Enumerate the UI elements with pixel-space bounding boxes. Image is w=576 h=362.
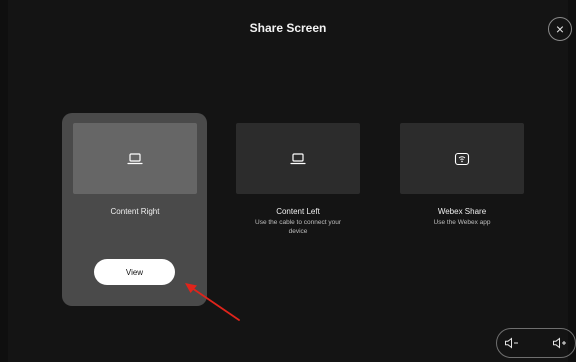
source-label-content-left: Content Left	[276, 207, 320, 216]
close-icon: ×	[555, 21, 565, 37]
source-tile-content-left[interactable]	[236, 123, 360, 194]
source-tile-webex-share[interactable]	[400, 123, 524, 194]
close-button[interactable]: ×	[548, 17, 572, 41]
page-title: Share Screen	[249, 21, 327, 35]
volume-up-icon	[553, 337, 566, 349]
wireless-share-icon	[454, 152, 470, 165]
volume-down-icon	[505, 337, 518, 349]
source-label-content-right: Content Right	[110, 207, 160, 216]
source-subtitle-webex-share: Use the Webex app	[433, 219, 491, 226]
volume-down-button[interactable]	[503, 334, 521, 352]
source-label-webex-share: Webex Share	[437, 207, 487, 216]
view-button[interactable]: View	[94, 259, 175, 285]
laptop-icon	[127, 152, 143, 164]
volume-up-button[interactable]	[551, 334, 569, 352]
annotation-arrow-icon	[185, 283, 240, 321]
source-subtitle-content-left: Use the cable to connect your device	[255, 219, 341, 236]
source-tile-content-right[interactable]	[73, 123, 197, 194]
laptop-icon	[290, 152, 306, 164]
